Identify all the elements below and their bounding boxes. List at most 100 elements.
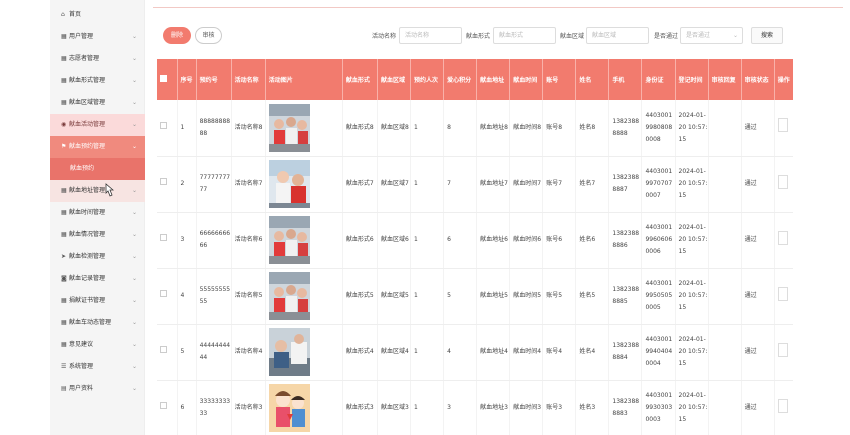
column-header[interactable]: 活动名称: [231, 59, 266, 100]
grid-icon: ▦: [61, 297, 67, 304]
row-select-cell[interactable]: [157, 212, 178, 269]
row-select-cell[interactable]: [157, 156, 178, 213]
column-header[interactable]: 身份证: [641, 59, 676, 100]
column-header[interactable]: 预约人次: [410, 59, 445, 100]
sidebar-item-9[interactable]: ▦ 献血情况管理 ⌄: [50, 224, 145, 246]
action-button[interactable]: [777, 342, 788, 357]
cell-phone: 13823888887: [608, 156, 643, 213]
grid-icon: ▦: [61, 33, 67, 40]
cell-area: 献血区域5: [377, 268, 412, 325]
cell-form: 献血形式7: [342, 156, 378, 213]
cell-reply: [708, 156, 742, 213]
sidebar-item-10[interactable]: ➤ 献血检测管理 ⌄: [50, 246, 145, 268]
row-select-cell[interactable]: [157, 100, 178, 157]
column-header[interactable]: 预约号: [196, 59, 232, 100]
sidebar-item-2[interactable]: ▦ 志愿者管理 ⌄: [50, 48, 145, 70]
column-header[interactable]: 序号: [177, 59, 197, 100]
table-row[interactable]: 1 8888888888 活动名称8 献血形式8 献血区域8 1 8 献血地址8 献血时间8 账号…: [157, 100, 793, 157]
chevron-down-icon: ⌄: [131, 275, 137, 282]
column-header[interactable]: 献血地址: [476, 59, 511, 100]
column-header[interactable]: 献血形式: [342, 59, 378, 100]
cell-time: 献血时间4: [509, 324, 544, 381]
cell-regtime: 2024-01-20 10:57:15: [675, 324, 709, 381]
column-header[interactable]: 手机: [608, 59, 643, 100]
cell-idcard: 440300199606060006: [641, 212, 676, 269]
row-checkbox[interactable]: [160, 290, 167, 297]
cell-status: 通过: [741, 212, 775, 269]
cell-person: 姓名3: [575, 380, 610, 435]
sidebar-item-5[interactable]: ◉ 献血活动管理 ⌄: [50, 114, 145, 136]
table-row[interactable]: 4 5555555555 活动名称5 献血形式5 献血区域5 1 5 献血地址5 献血时间5 账号…: [157, 268, 793, 325]
column-header[interactable]: 操作: [774, 59, 793, 100]
sidebar-item-7[interactable]: ▦ 献血地址管理 ⌄: [50, 180, 145, 202]
table-row[interactable]: 2 7777777777 活动名称7 献血形式7 献血区域7 1 7 献血地址7 献血时间7 账号…: [157, 156, 793, 213]
row-select-cell[interactable]: [157, 380, 178, 435]
sidebar-item-label: 献血检测管理: [69, 253, 106, 260]
action-button[interactable]: [777, 174, 788, 189]
chevron-down-icon: ⌄: [131, 385, 137, 392]
row-checkbox[interactable]: [160, 178, 167, 185]
sidebar-item-8[interactable]: ▦ 献血时间管理 ⌄: [50, 202, 145, 224]
sidebar-item-0[interactable]: ⌂ 首页: [50, 4, 145, 26]
column-header[interactable]: 审核回复: [708, 59, 742, 100]
sidebar-item-11[interactable]: ◙ 献血记录管理 ⌄: [50, 268, 145, 290]
sidebar-subitem-reservation[interactable]: 献血预约: [50, 158, 145, 180]
column-header[interactable]: 账号: [542, 59, 577, 100]
chevron-down-icon: ⌄: [131, 143, 137, 150]
sidebar-item-1[interactable]: ▦ 用户管理 ⌄: [50, 26, 145, 48]
sidebar-item-3[interactable]: ▦ 献血形式管理 ⌄: [50, 70, 145, 92]
cell-code: 4444444444: [196, 324, 232, 381]
table-row[interactable]: 5 4444444444 活动名称4 献血形式4 献血区域4 1 4 献血地址4 献血时间4 账号…: [157, 324, 793, 381]
pass-status-select[interactable]: 是否通过 ⌄: [680, 27, 743, 44]
table-row[interactable]: 3 6666666666 活动名称6 献血形式6 献血区域6 1 6 献血地址6 献血时间6 账号…: [157, 212, 793, 269]
sidebar-item-4[interactable]: ▦ 献血区域管理 ⌄: [50, 92, 145, 114]
row-select-cell[interactable]: [157, 324, 178, 381]
sidebar-item-6[interactable]: ⚑ 献血预约管理 ⌄: [50, 136, 145, 158]
action-button[interactable]: [777, 230, 788, 245]
column-header[interactable]: 活动图片: [265, 59, 343, 100]
chevron-down-icon: ⌄: [131, 231, 137, 238]
sidebar-item-13[interactable]: ▦ 献血车动态管理 ⌄: [50, 312, 145, 334]
cell-idcard: 440300199404040004: [641, 324, 676, 381]
select-all-header[interactable]: [157, 59, 178, 100]
cell-idcard: 440300199505050005: [641, 268, 676, 325]
sidebar-item-14[interactable]: ▦ 意见建议 ⌄: [50, 334, 145, 356]
row-checkbox[interactable]: [160, 346, 167, 353]
action-button[interactable]: [777, 118, 788, 133]
sidebar-item-label: 献血区域管理: [69, 99, 106, 106]
column-header[interactable]: 审核状态: [741, 59, 775, 100]
table-row[interactable]: 6 3333333333 活动名称3 献血形式3 献血区域3 1 3 献血地址3 献血时间3 账号…: [157, 380, 793, 435]
cell-area: 献血区域7: [377, 156, 412, 213]
chevron-down-icon: ⌄: [131, 121, 137, 128]
chevron-down-icon: ⌄: [131, 55, 137, 62]
audit-button[interactable]: 审核: [195, 27, 222, 44]
select-all-checkbox[interactable]: [160, 75, 167, 82]
sidebar-item-12[interactable]: ▦ 捐献证书管理 ⌄: [50, 290, 145, 312]
blood-area-input[interactable]: 献血区域: [586, 27, 649, 44]
column-header[interactable]: 献血时间: [509, 59, 544, 100]
cell-actions: [774, 156, 793, 213]
cell-time: 献血时间6: [509, 212, 544, 269]
activity-name-input[interactable]: 活动名称: [399, 27, 462, 44]
chevron-down-icon: ⌄: [131, 187, 137, 194]
row-checkbox[interactable]: [160, 121, 167, 129]
filter-label-pass: 是否通过: [654, 33, 679, 40]
column-header[interactable]: 姓名: [575, 59, 610, 100]
row-checkbox[interactable]: [160, 234, 167, 241]
chevron-down-icon: ⌄: [131, 33, 137, 40]
cell-no: 1: [177, 100, 197, 157]
sidebar-item-15[interactable]: ☰ 系统管理 ⌄: [50, 356, 145, 378]
cell-person: 姓名4: [575, 324, 610, 381]
column-header[interactable]: 登记时间: [675, 59, 709, 100]
action-button[interactable]: [777, 286, 788, 301]
row-checkbox[interactable]: [160, 402, 167, 409]
column-header[interactable]: 爱心积分: [443, 59, 478, 100]
row-select-cell[interactable]: [157, 268, 178, 325]
delete-button[interactable]: 删除: [163, 27, 191, 44]
blood-form-input[interactable]: 献血形式: [493, 27, 556, 44]
column-header[interactable]: 献血区域: [377, 59, 412, 100]
sidebar-item-16[interactable]: ▤ 用户资料 ⌄: [50, 378, 145, 400]
search-button[interactable]: 搜索: [751, 27, 783, 44]
action-button[interactable]: [777, 398, 788, 413]
cell-reply: [708, 324, 742, 381]
